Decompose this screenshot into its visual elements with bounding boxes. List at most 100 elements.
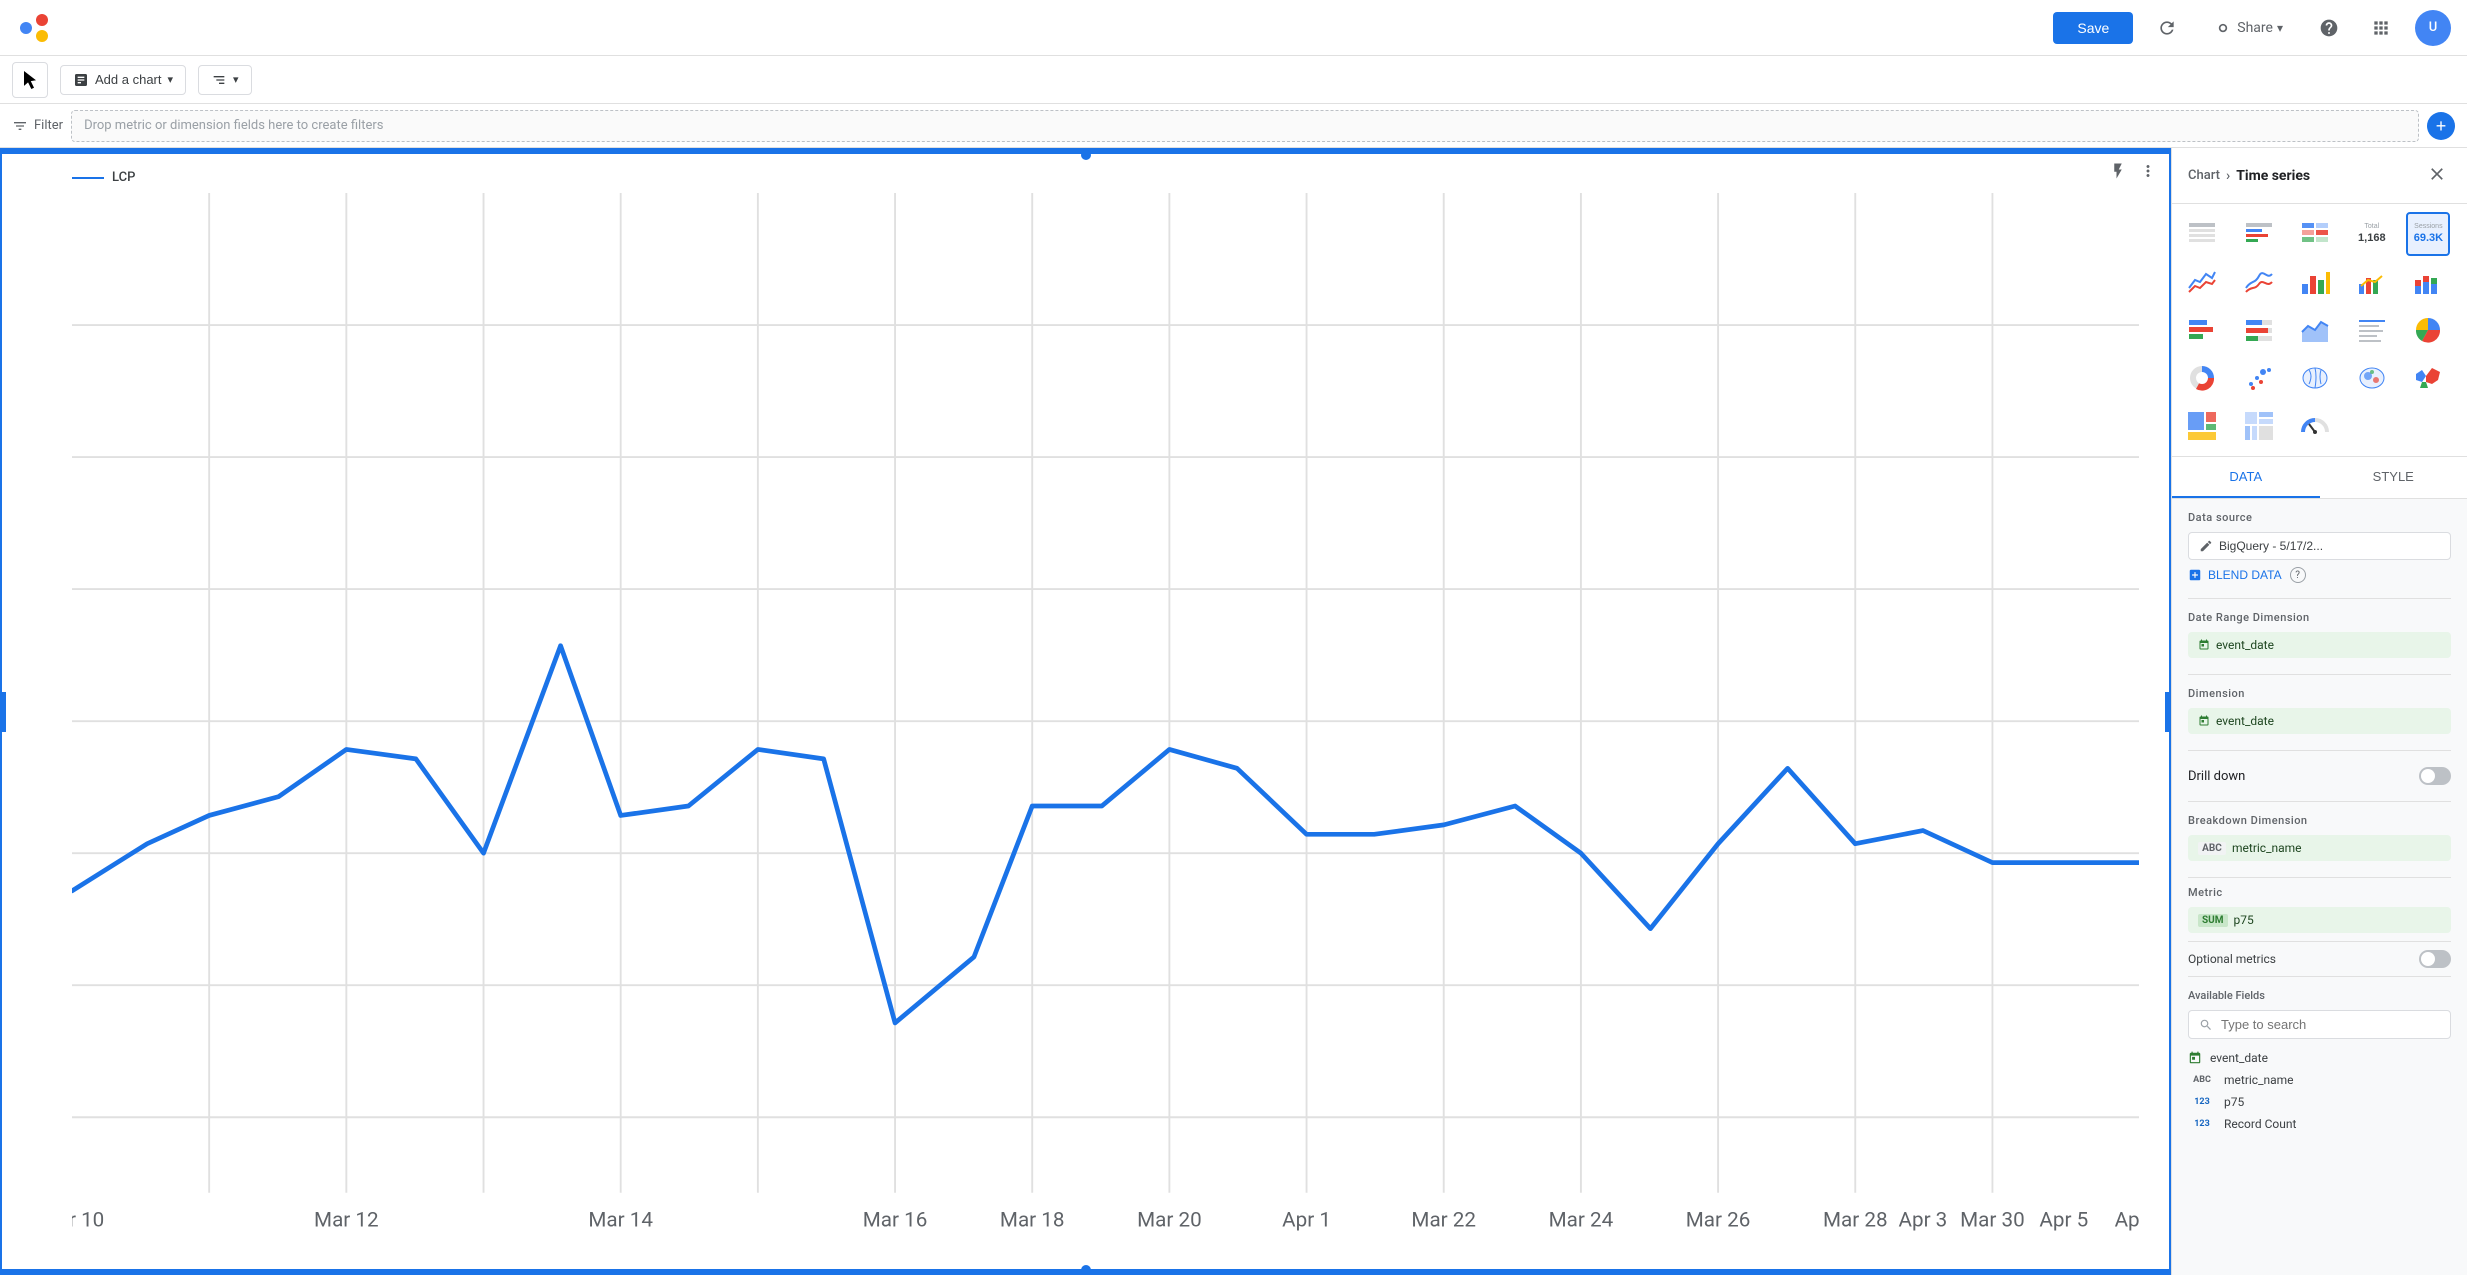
available-fields-label: Available Fields bbox=[2188, 989, 2451, 1002]
breakdown-label: Breakdown Dimension bbox=[2188, 814, 2451, 827]
panel-tabs: DATA STYLE bbox=[2172, 457, 2467, 499]
pointer-tool-button[interactable] bbox=[12, 62, 48, 98]
chart-type-filled-map-button[interactable] bbox=[2406, 356, 2450, 400]
chart-type-pivot-button[interactable] bbox=[2237, 404, 2281, 448]
chart-type-geo-map-button[interactable] bbox=[2293, 356, 2337, 400]
field-event-date-name: event_date bbox=[2210, 1051, 2268, 1065]
drill-down-label: Drill down bbox=[2188, 769, 2245, 784]
header-right: Save Share ▾ U bbox=[2053, 10, 2451, 46]
help-button[interactable] bbox=[2311, 10, 2347, 46]
svg-text:Mar 26: Mar 26 bbox=[1686, 1209, 1751, 1233]
resize-handle-left[interactable] bbox=[2, 692, 6, 732]
chart-type-bubble-map-button[interactable] bbox=[2350, 356, 2394, 400]
svg-text:Mar 28: Mar 28 bbox=[1823, 1209, 1888, 1233]
header-left bbox=[16, 10, 52, 46]
resize-handle-bottom[interactable] bbox=[2, 1269, 2169, 1273]
user-avatar[interactable]: U bbox=[2415, 10, 2451, 46]
legend-line-icon bbox=[72, 177, 104, 179]
chart-type-bar-button[interactable] bbox=[2293, 260, 2337, 304]
filter-label-container: Filter bbox=[12, 118, 63, 134]
blend-help-icon[interactable]: ? bbox=[2290, 567, 2306, 583]
svg-text:Mar 10: Mar 10 bbox=[72, 1209, 104, 1233]
field-metric-name[interactable]: ABC metric_name bbox=[2188, 1069, 2451, 1091]
chart-type-time-series-button[interactable] bbox=[2180, 260, 2224, 304]
panel-close-button[interactable] bbox=[2423, 160, 2451, 191]
chart-type-stacked-bar-button[interactable] bbox=[2406, 260, 2450, 304]
chart-type-scatter-button[interactable] bbox=[2237, 356, 2281, 400]
dimension-field[interactable]: event_date bbox=[2188, 708, 2451, 734]
data-source-label: Data source bbox=[2188, 511, 2451, 524]
add-chart-button[interactable]: Add a chart ▾ bbox=[60, 65, 186, 95]
abc-icon: ABC bbox=[2188, 1075, 2216, 1085]
field-record-count[interactable]: 123 Record Count bbox=[2188, 1113, 2451, 1135]
chart-type-pie-button[interactable] bbox=[2406, 308, 2450, 352]
chart-type-grid: Total 1,168 Sessions 69.3K bbox=[2172, 204, 2467, 457]
refresh-button[interactable] bbox=[2149, 10, 2185, 46]
svg-text:Mar 14: Mar 14 bbox=[588, 1209, 653, 1233]
panel-header: Chart › Time series bbox=[2172, 148, 2467, 204]
chart-type-table-button[interactable] bbox=[2180, 212, 2224, 256]
breakdown-field-name: metric_name bbox=[2232, 841, 2302, 855]
optional-metrics-toggle[interactable] bbox=[2419, 950, 2451, 968]
tab-data[interactable]: DATA bbox=[2172, 457, 2320, 498]
svg-text:Mar 30: Mar 30 bbox=[1960, 1209, 2025, 1233]
available-fields-section: Available Fields event_date ABC metric_n… bbox=[2172, 977, 2467, 1147]
chart-type-scorecard-sessions-button[interactable]: Sessions 69.3K bbox=[2406, 212, 2450, 256]
chart-lightning-button[interactable] bbox=[2105, 158, 2131, 184]
metric-field[interactable]: SUM p75 bbox=[2188, 907, 2451, 933]
date-range-label: Date Range Dimension bbox=[2188, 611, 2451, 624]
chart-type-smooth-line-button[interactable] bbox=[2237, 260, 2281, 304]
tab-style[interactable]: STYLE bbox=[2320, 457, 2467, 498]
blend-data-label: BLEND DATA bbox=[2208, 568, 2282, 582]
data-tab-content: Data source BigQuery - 5/17/2... BLEND D… bbox=[2172, 499, 2467, 976]
chart-type-combo-button[interactable] bbox=[2350, 260, 2394, 304]
chart-type-bullet-button[interactable] bbox=[2237, 308, 2281, 352]
resize-center-dot-bottom bbox=[1081, 1265, 1091, 1275]
chart-type-horizontal-bar-button[interactable] bbox=[2180, 308, 2224, 352]
resize-center-dot-top[interactable] bbox=[1081, 150, 1091, 160]
chart-type-list-button[interactable] bbox=[2350, 308, 2394, 352]
filter-add-button[interactable]: + bbox=[2427, 112, 2455, 140]
date-range-field-name: event_date bbox=[2216, 638, 2274, 652]
breakdown-section: Breakdown Dimension ABC metric_name bbox=[2172, 802, 2467, 877]
arrange-button[interactable]: ▾ bbox=[198, 65, 252, 95]
date-range-field[interactable]: event_date bbox=[2188, 632, 2451, 658]
add-chart-label: Add a chart bbox=[95, 72, 162, 87]
svg-text:Mar 18: Mar 18 bbox=[1000, 1209, 1065, 1233]
breakdown-field[interactable]: ABC metric_name bbox=[2188, 835, 2451, 861]
chart-type-area-button[interactable] bbox=[2293, 308, 2337, 352]
dimension-label: Dimension bbox=[2188, 687, 2451, 700]
data-source-section: Data source BigQuery - 5/17/2... BLEND D… bbox=[2172, 499, 2467, 598]
field-p75[interactable]: 123 p75 bbox=[2188, 1091, 2451, 1113]
field-metric-name-label: metric_name bbox=[2224, 1073, 2294, 1087]
chart-type-treemap-button[interactable] bbox=[2180, 404, 2224, 448]
chart-type-scorecard-total-button[interactable]: Total 1,168 bbox=[2350, 212, 2394, 256]
chart-type-heatmap-button[interactable] bbox=[2293, 212, 2337, 256]
metric-label: Metric bbox=[2188, 886, 2451, 899]
arrange-chevron-icon: ▾ bbox=[233, 73, 239, 86]
chart-type-donut-button[interactable] bbox=[2180, 356, 2224, 400]
resize-handle-right[interactable] bbox=[2165, 692, 2169, 732]
optional-metrics-toggle-knob bbox=[2421, 952, 2435, 966]
blend-data-button[interactable]: BLEND DATA bbox=[2188, 564, 2282, 586]
right-panel: Chart › Time series bbox=[2171, 148, 2467, 1275]
field-event-date[interactable]: event_date bbox=[2188, 1047, 2451, 1069]
svg-text:Mar 24: Mar 24 bbox=[1549, 1209, 1614, 1233]
filter-bar: Filter Drop metric or dimension fields h… bbox=[0, 104, 2467, 148]
chart-type-gauge-button[interactable] bbox=[2293, 404, 2337, 448]
panel-title-container: Chart › Time series bbox=[2188, 168, 2310, 184]
svg-text:Apr 3: Apr 3 bbox=[1899, 1209, 1948, 1233]
chart-more-button[interactable] bbox=[2135, 158, 2161, 184]
data-source-button[interactable]: BigQuery - 5/17/2... bbox=[2188, 532, 2451, 560]
svg-text:Mar 12: Mar 12 bbox=[314, 1209, 379, 1233]
search-icon bbox=[2199, 1018, 2213, 1032]
available-fields-search-input[interactable] bbox=[2221, 1017, 2440, 1032]
grid-button[interactable] bbox=[2363, 10, 2399, 46]
drill-down-toggle[interactable] bbox=[2419, 767, 2451, 785]
chart-type-table-bars-button[interactable] bbox=[2237, 212, 2281, 256]
dimension-field-name: event_date bbox=[2216, 714, 2274, 728]
main-content: LCP bbox=[0, 148, 2467, 1275]
optional-metrics-row: Optional metrics bbox=[2172, 942, 2467, 976]
share-button[interactable]: Share ▾ bbox=[2201, 10, 2295, 46]
save-button[interactable]: Save bbox=[2053, 12, 2133, 44]
